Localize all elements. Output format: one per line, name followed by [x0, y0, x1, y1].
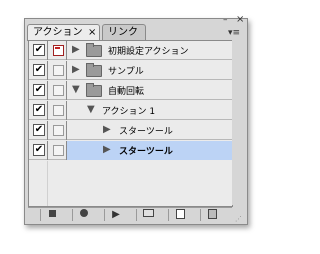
dialog-toggle-column: [48, 141, 67, 160]
list-item[interactable]: ✔ ▼ 自動回転: [29, 81, 232, 100]
dialog-toggle-icon[interactable]: [53, 125, 64, 136]
list-empty-area: [29, 161, 232, 206]
toggle-item-checkbox[interactable]: ✔: [33, 44, 45, 56]
record-icon: [80, 209, 88, 217]
list-item[interactable]: ✔ ▶ スターツール: [29, 141, 232, 160]
panel-menu-icon[interactable]: ▾≡: [228, 28, 240, 38]
close-panel-button[interactable]: ×: [236, 14, 244, 25]
dialog-toggle-icon[interactable]: [53, 145, 64, 156]
dialog-toggle-icon[interactable]: [53, 45, 64, 56]
tab-links[interactable]: リンク: [102, 24, 146, 40]
record-button[interactable]: [72, 209, 95, 221]
toggle-item-checkbox[interactable]: ✔: [33, 64, 45, 76]
new-action-icon: [175, 209, 185, 219]
dialog-toggle-column: [48, 61, 67, 80]
dialog-toggle-column: [48, 121, 67, 140]
expand-triangle-icon[interactable]: ▶: [103, 144, 111, 155]
tab-actions[interactable]: アクション ×: [27, 24, 100, 41]
list-item[interactable]: ✔ ▼ アクション 1: [29, 101, 232, 120]
toggle-item-checkbox[interactable]: ✔: [33, 124, 45, 136]
actions-panel: – × アクション × リンク ▾≡ ✔ ▶ 初期設定アクション ✔ ▶ サンプ…: [24, 14, 248, 225]
list-item[interactable]: ✔ ▶ 初期設定アクション: [29, 41, 232, 60]
new-action-button[interactable]: [168, 209, 191, 221]
set-label: サンプル: [108, 67, 144, 77]
command-label: スターツール: [119, 147, 173, 157]
stop-icon: [48, 210, 56, 217]
row-content[interactable]: ▶ 初期設定アクション: [67, 41, 232, 60]
actions-list: ✔ ▶ 初期設定アクション ✔ ▶ サンプル ✔ ▼ 自動回転 ✔ ▼ アクショ…: [28, 40, 233, 207]
new-set-icon: [142, 209, 154, 217]
set-label: 自動回転: [108, 87, 145, 97]
delete-button[interactable]: [200, 209, 223, 221]
row-content[interactable]: ▼ 自動回転: [67, 81, 232, 100]
dialog-toggle-icon[interactable]: [53, 65, 64, 76]
toggle-item-column: ✔: [29, 121, 48, 140]
toggle-item-column: ✔: [29, 41, 48, 60]
list-item[interactable]: ✔ ▶ スターツール: [29, 121, 232, 140]
folder-icon: [86, 43, 102, 57]
resize-grip-icon[interactable]: ⋰: [235, 215, 242, 223]
dialog-toggle-icon[interactable]: [53, 85, 64, 96]
play-button[interactable]: ▶: [104, 209, 127, 221]
toggle-item-checkbox[interactable]: ✔: [33, 84, 45, 96]
row-content[interactable]: ▶ スターツール: [67, 121, 232, 140]
row-content[interactable]: ▼ アクション 1: [67, 101, 232, 120]
collapse-triangle-icon[interactable]: ▼: [72, 84, 80, 95]
expand-triangle-icon[interactable]: ▶: [72, 44, 80, 55]
toggle-item-column: ✔: [29, 101, 48, 120]
folder-icon: [86, 83, 102, 97]
stop-button[interactable]: [40, 209, 63, 221]
toggle-item-column: ✔: [29, 141, 48, 160]
dialog-toggle-column: [48, 81, 67, 100]
action-label: アクション 1: [102, 107, 156, 117]
scrollbar[interactable]: [232, 40, 245, 205]
collapse-triangle-icon[interactable]: ▼: [87, 104, 95, 115]
delete-icon: [207, 209, 217, 219]
minimize-button[interactable]: –: [223, 15, 228, 25]
tab-actions-label: アクション: [33, 27, 83, 38]
toggle-item-column: ✔: [29, 61, 48, 80]
tab-close-icon[interactable]: ×: [88, 25, 96, 40]
row-content-selected[interactable]: ▶ スターツール: [67, 141, 232, 160]
dialog-toggle-column: [48, 41, 67, 60]
expand-triangle-icon[interactable]: ▶: [72, 64, 80, 75]
expand-triangle-icon[interactable]: ▶: [103, 124, 111, 135]
row-content[interactable]: ▶ サンプル: [67, 61, 232, 80]
play-icon: ▶: [112, 209, 120, 220]
new-set-button[interactable]: [136, 209, 159, 221]
dialog-toggle-icon[interactable]: [53, 105, 64, 116]
toggle-item-checkbox[interactable]: ✔: [33, 104, 45, 116]
toggle-item-column: ✔: [29, 81, 48, 100]
toggle-item-checkbox[interactable]: ✔: [33, 144, 45, 156]
tab-links-label: リンク: [108, 27, 138, 38]
list-item[interactable]: ✔ ▶ サンプル: [29, 61, 232, 80]
actions-toolbar: ▶: [28, 207, 232, 222]
folder-icon: [86, 63, 102, 77]
dialog-toggle-column: [48, 101, 67, 120]
column-divider: [47, 161, 48, 206]
command-label: スターツール: [119, 127, 173, 137]
set-label: 初期設定アクション: [108, 47, 189, 57]
